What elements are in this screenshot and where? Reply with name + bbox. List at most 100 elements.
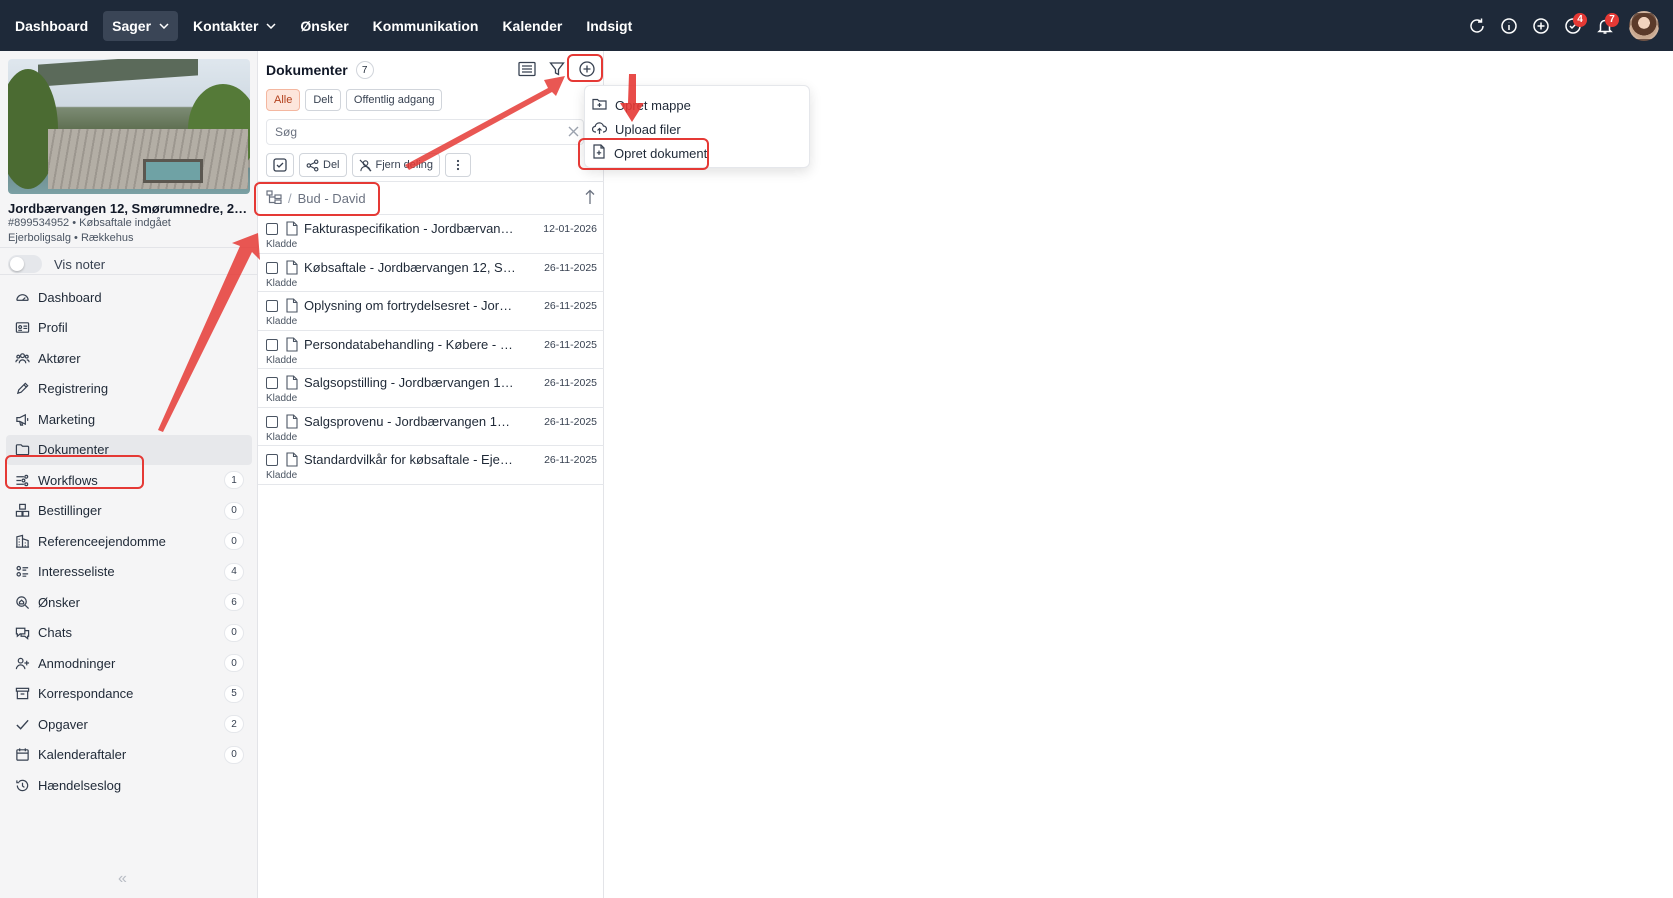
document-row[interactable]: Persondatabehandling - Købere - Jordbærv…	[258, 331, 604, 369]
document-row[interactable]: Købsaftale - Jordbærvangen 12, Smørumned…	[258, 254, 604, 292]
breadcrumb-current-folder[interactable]: Bud - David	[298, 191, 366, 206]
clear-search-icon[interactable]	[568, 124, 579, 140]
menu-item-label: Upload filer	[615, 121, 681, 137]
sidebar-item-label: Kalenderaftaler	[38, 747, 127, 763]
row-checkbox[interactable]	[266, 454, 278, 466]
sidebar-item-workflows[interactable]: Workflows 1	[6, 465, 252, 496]
notifications-badge: 7	[1605, 12, 1619, 27]
photo-pool	[143, 159, 203, 183]
folder-tree-icon[interactable]	[266, 189, 282, 207]
filter-delt[interactable]: Delt	[305, 89, 341, 111]
nav-label: Kontakter	[193, 17, 259, 34]
menu-item-opret-dokument[interactable]: Opret dokument	[592, 142, 707, 164]
document-status: Kladde	[266, 354, 298, 366]
document-row[interactable]: Salgsprovenu - Jordbærvangen 12, Smørumn…	[258, 408, 604, 446]
sidebar-item-chats[interactable]: Chats 0	[6, 618, 252, 649]
notes-toggle-label: Vis noter	[54, 256, 106, 272]
nav-kontakter[interactable]: Kontakter	[184, 11, 285, 41]
sidebar-item-marketing[interactable]: Marketing	[6, 404, 252, 435]
document-name: Persondatabehandling - Købere - Jordbærv…	[304, 336, 516, 352]
share-button[interactable]: Del	[299, 153, 347, 177]
refresh-icon[interactable]	[1461, 10, 1493, 42]
share-label: Del	[323, 159, 340, 171]
sidebar-item-haendelseslog[interactable]: Hændelseslog	[6, 770, 252, 801]
document-status: Kladde	[266, 316, 298, 327]
search-input[interactable]	[275, 125, 545, 139]
sidebar-item-opgaver[interactable]: Opgaver 2	[6, 709, 252, 740]
count-badge: 5	[224, 684, 244, 703]
tasks-check-icon[interactable]: 4	[1557, 10, 1589, 42]
nav-dashboard[interactable]: Dashboard	[6, 11, 97, 41]
sidebar-item-profil[interactable]: Profil	[6, 313, 252, 344]
avatar[interactable]	[1629, 10, 1659, 41]
document-date: 26-11-2025	[544, 338, 597, 351]
row-checkbox[interactable]	[266, 300, 278, 312]
sidebar-item-label: Marketing	[38, 411, 96, 427]
row-checkbox[interactable]	[266, 415, 278, 428]
file-icon	[286, 298, 298, 316]
list-view-icon[interactable]	[515, 57, 539, 81]
bulk-actions: Del Fjern deling	[266, 153, 471, 177]
menu-item-opret-mappe[interactable]: Opret mappe	[592, 94, 691, 116]
megaphone-icon	[14, 411, 30, 427]
file-icon	[286, 452, 298, 470]
file-icon	[286, 221, 298, 239]
document-row[interactable]: Fakturaspecifikation - Jordbærvangen 12,…	[258, 215, 604, 254]
count-badge: 0	[224, 654, 244, 673]
sidebar-item-label: Aktører	[38, 350, 81, 366]
document-row[interactable]: Oplysning om fortrydelsesret - Jordbærva…	[258, 292, 604, 331]
divider	[0, 247, 258, 248]
file-icon	[286, 375, 298, 393]
sidebar-item-kalenderaftaler[interactable]: Kalenderaftaler 0	[6, 740, 252, 771]
add-document-button[interactable]	[575, 57, 599, 81]
nav-kalender[interactable]: Kalender	[493, 11, 571, 41]
nav-sager[interactable]: Sager	[103, 10, 179, 41]
row-checkbox[interactable]	[266, 338, 278, 351]
notes-toggle[interactable]	[8, 255, 42, 273]
info-icon[interactable]	[1493, 10, 1525, 42]
filter-icon[interactable]	[545, 57, 569, 81]
sidebar-item-bestillinger[interactable]: Bestillinger 0	[6, 496, 252, 527]
nav-label: Kalender	[502, 17, 563, 34]
breadcrumb-separator: /	[288, 190, 292, 206]
bell-icon[interactable]: 7	[1589, 10, 1621, 42]
nav-indsigt[interactable]: Indsigt	[577, 11, 641, 41]
collapse-sidebar-icon[interactable]: «	[118, 870, 127, 888]
document-status: Kladde	[266, 393, 298, 404]
document-status: Kladde	[266, 277, 298, 289]
sidebar-item-registrering[interactable]: Registrering	[6, 374, 252, 405]
menu-item-upload-filer[interactable]: Upload filer	[591, 118, 681, 140]
sort-arrow-icon[interactable]	[584, 189, 596, 208]
document-date: 12-01-2026	[543, 223, 597, 235]
user-plus-icon	[14, 655, 30, 671]
sidebar-item-label: Referenceejendomme	[38, 533, 166, 549]
document-row[interactable]: Standardvilkår for købsaftale - Ejerboli…	[258, 446, 604, 485]
id-card-icon	[14, 320, 30, 336]
sidebar-item-dashboard[interactable]: Dashboard	[6, 282, 252, 313]
filter-alle[interactable]: Alle	[266, 89, 301, 111]
file-icon	[286, 413, 298, 432]
sidebar-item-label: Ønsker	[38, 594, 80, 610]
row-checkbox[interactable]	[266, 261, 278, 274]
add-circle-icon[interactable]	[1525, 10, 1557, 42]
search-house-icon	[14, 594, 30, 610]
sidebar-item-dokumenter[interactable]: Dokumenter	[6, 434, 252, 465]
case-sidebar: Jordbærvangen 12, Smørumnedre, 2765 Smør…	[0, 51, 258, 898]
sidebar-item-referenceejendomme[interactable]: Referenceejendomme 0	[6, 526, 252, 557]
select-all-button[interactable]	[266, 153, 294, 177]
sidebar-item-onsker[interactable]: Ønsker 6	[6, 587, 252, 618]
nav-actions: 4 7	[1461, 0, 1659, 51]
row-checkbox[interactable]	[266, 223, 278, 235]
document-row[interactable]: Salgsopstilling - Jordbærvangen 12, Smør…	[258, 369, 604, 408]
nav-kommunikation[interactable]: Kommunikation	[364, 11, 488, 41]
search-box	[266, 119, 584, 145]
sidebar-item-interesseliste[interactable]: Interesseliste 4	[6, 557, 252, 588]
more-options-button[interactable]	[445, 153, 471, 177]
sidebar-item-aktorer[interactable]: Aktører	[6, 343, 252, 374]
filter-offentlig-adgang[interactable]: Offentlig adgang	[345, 89, 443, 111]
unshare-button[interactable]: Fjern deling	[351, 153, 440, 177]
sidebar-item-korrespondance[interactable]: Korrespondance 5	[6, 679, 252, 710]
nav-onsker[interactable]: Ønsker	[291, 11, 357, 41]
row-checkbox[interactable]	[266, 377, 278, 389]
sidebar-item-anmodninger[interactable]: Anmodninger 0	[6, 648, 252, 679]
